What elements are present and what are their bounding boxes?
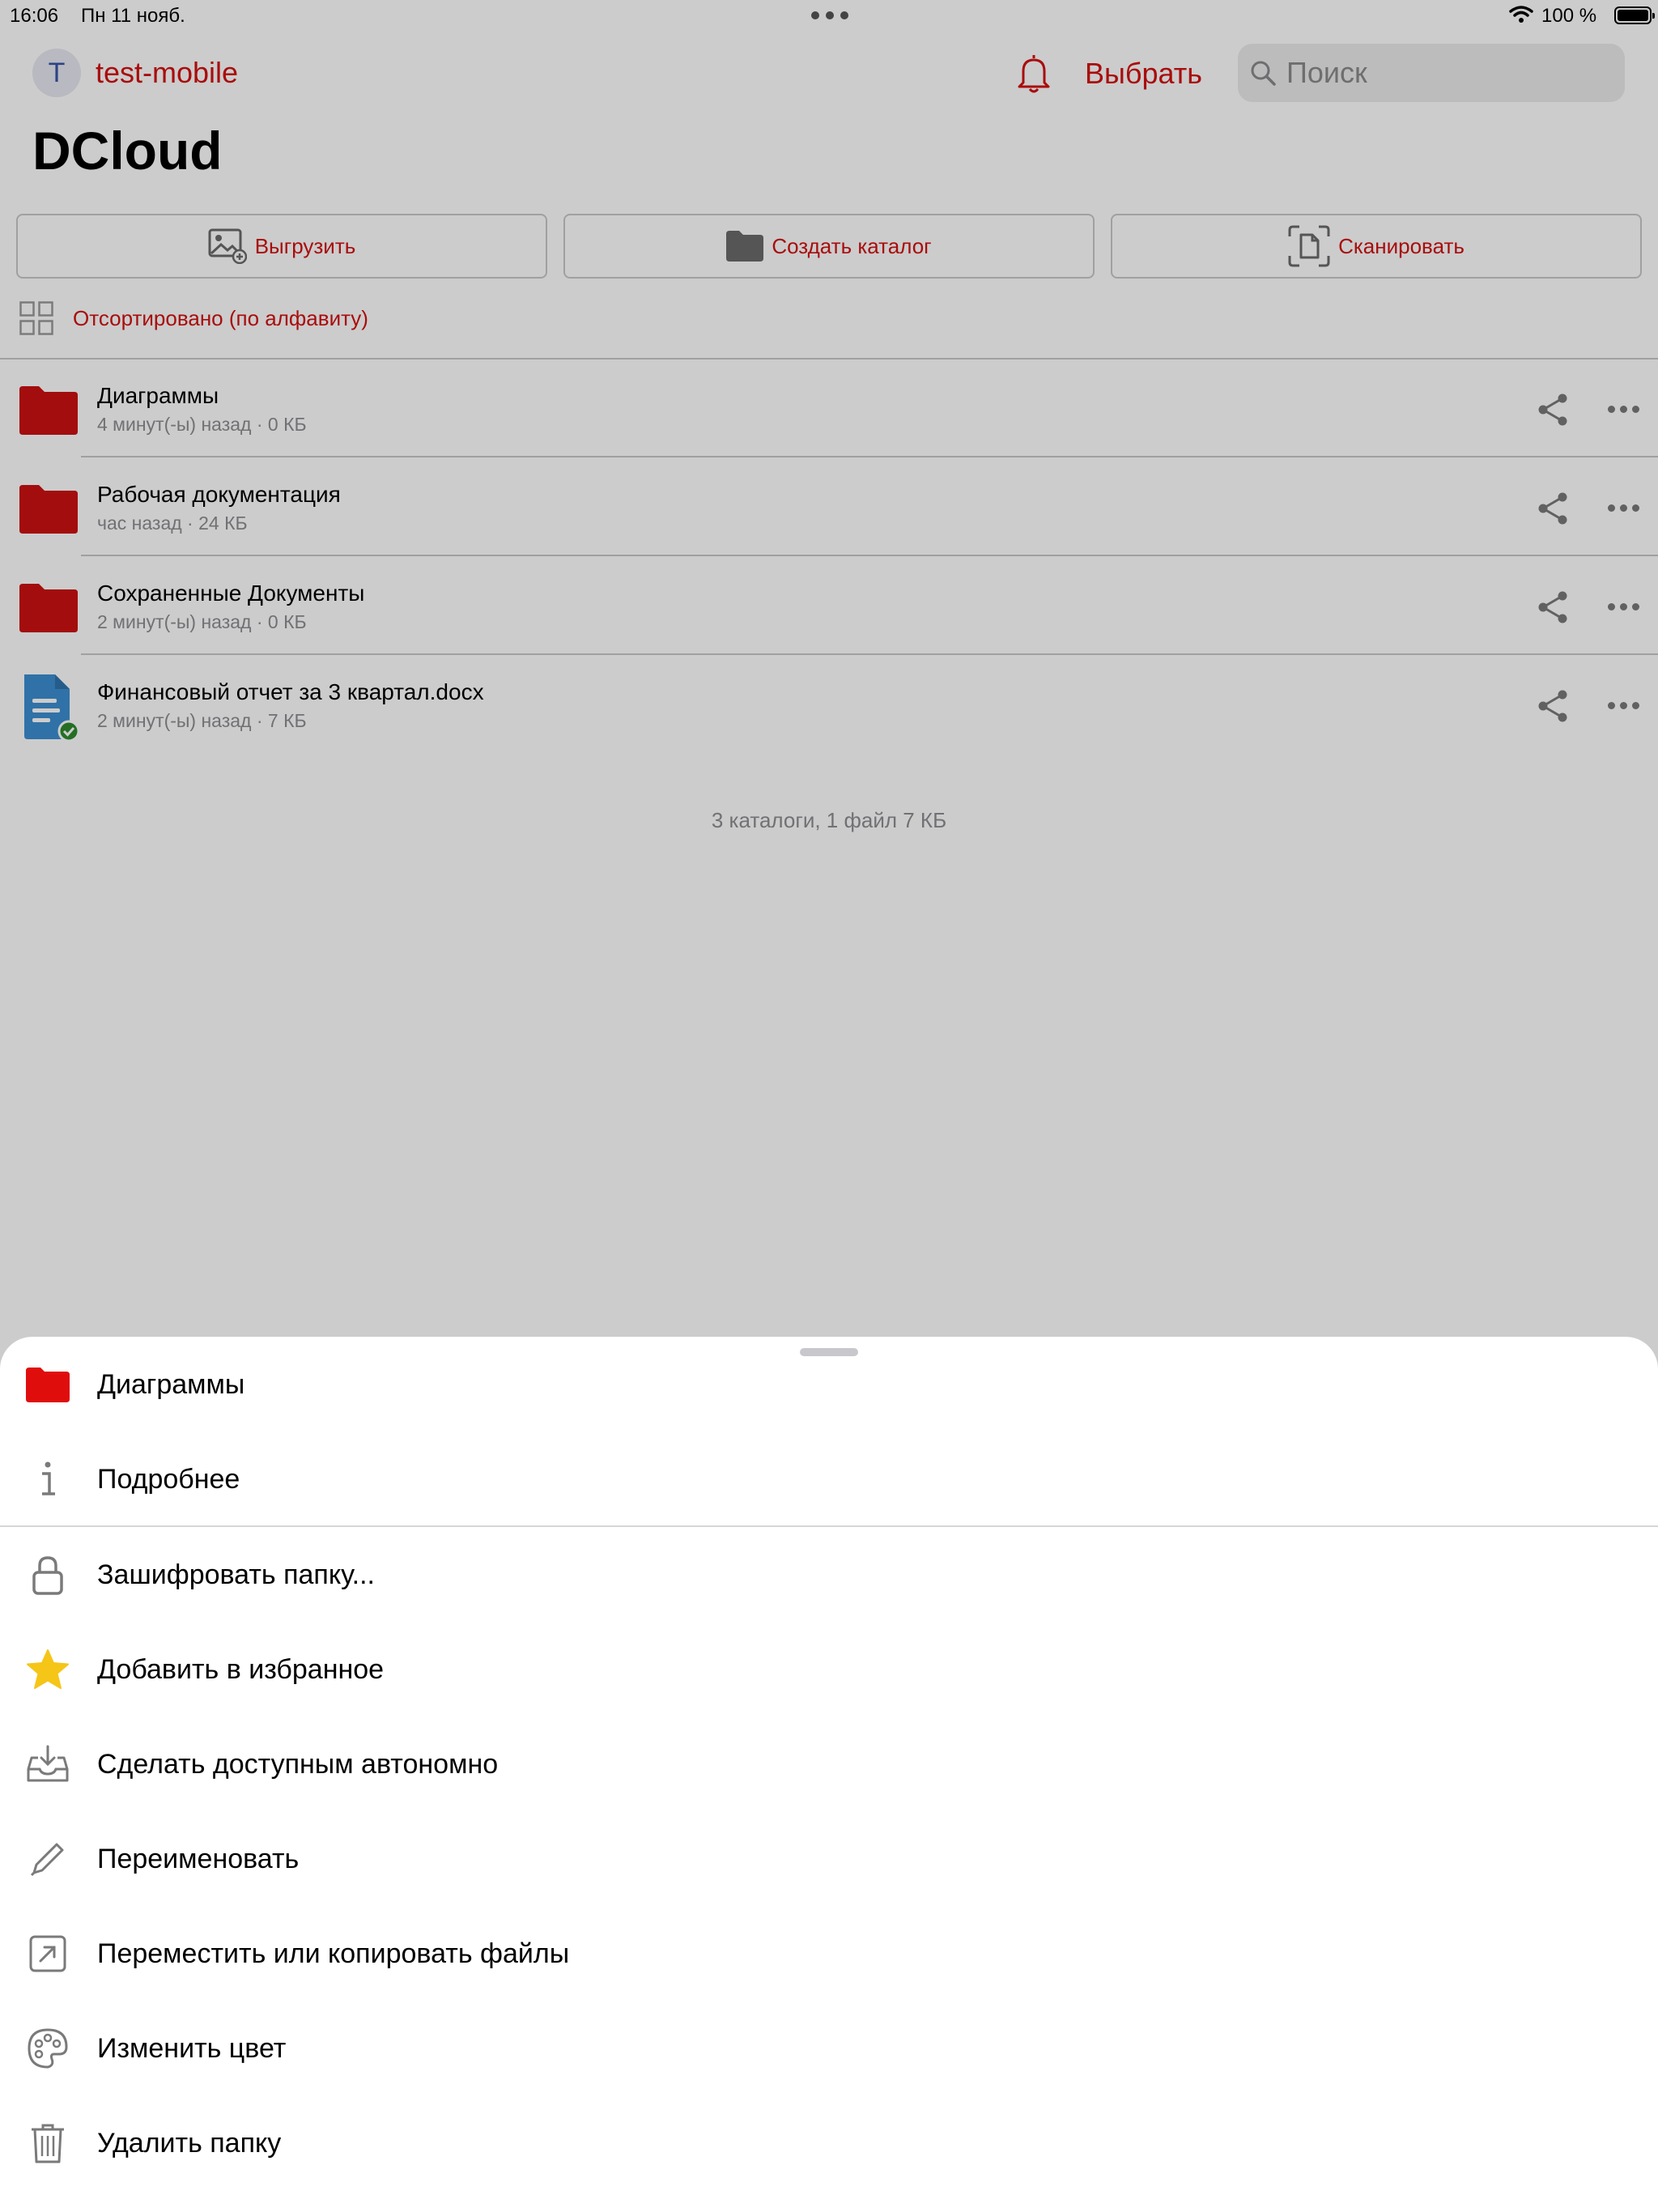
menu-item-label: Подробнее	[97, 1464, 240, 1495]
menu-item-label: Зашифровать папку...	[97, 1559, 376, 1590]
menu-item-details[interactable]: Подробнее	[0, 1431, 1658, 1526]
menu-item-rename[interactable]: Переименовать	[0, 1811, 1658, 1906]
menu-item-delete-folder[interactable]: Удалить папку	[0, 2095, 1658, 2190]
menu-item-encrypt-folder[interactable]: Зашифровать папку...	[0, 1527, 1658, 1622]
menu-item-label: Сделать доступным автономно	[97, 1749, 499, 1780]
action-sheet: Диаграммы Подробнее Зашифровать папку...	[0, 1337, 1658, 2212]
menu-item-label: Изменить цвет	[97, 2033, 287, 2064]
menu-item-move-or-copy[interactable]: Переместить или копировать файлы	[0, 1906, 1658, 2001]
star-icon	[27, 1649, 69, 1689]
lock-icon	[32, 1556, 63, 1595]
sheet-folder-name: Диаграммы	[97, 1369, 245, 1400]
sheet-header: Диаграммы	[0, 1337, 1658, 1431]
offline-download-icon	[27, 1745, 69, 1782]
menu-item-label: Удалить папку	[97, 2128, 282, 2159]
menu-item-make-available-offline[interactable]: Сделать доступным автономно	[0, 1716, 1658, 1811]
menu-item-add-to-favorites[interactable]: Добавить в избранное	[0, 1622, 1658, 1716]
pencil-icon	[30, 1843, 64, 1877]
trash-icon	[32, 2124, 64, 2163]
info-icon	[42, 1461, 55, 1495]
menu-item-label: Добавить в избранное	[97, 1654, 385, 1685]
menu-item-change-color[interactable]: Изменить цвет	[0, 2001, 1658, 2095]
folder-icon	[26, 1368, 70, 1402]
app-root: 16:06 Пн 11 нояб. 100 % T test-mobile Вы…	[0, 0, 1658, 2212]
move-icon	[29, 1935, 66, 1972]
menu-item-label: Переименовать	[97, 1844, 300, 1874]
menu-item-label: Переместить или копировать файлы	[97, 1938, 570, 1969]
palette-icon	[28, 2028, 68, 2069]
